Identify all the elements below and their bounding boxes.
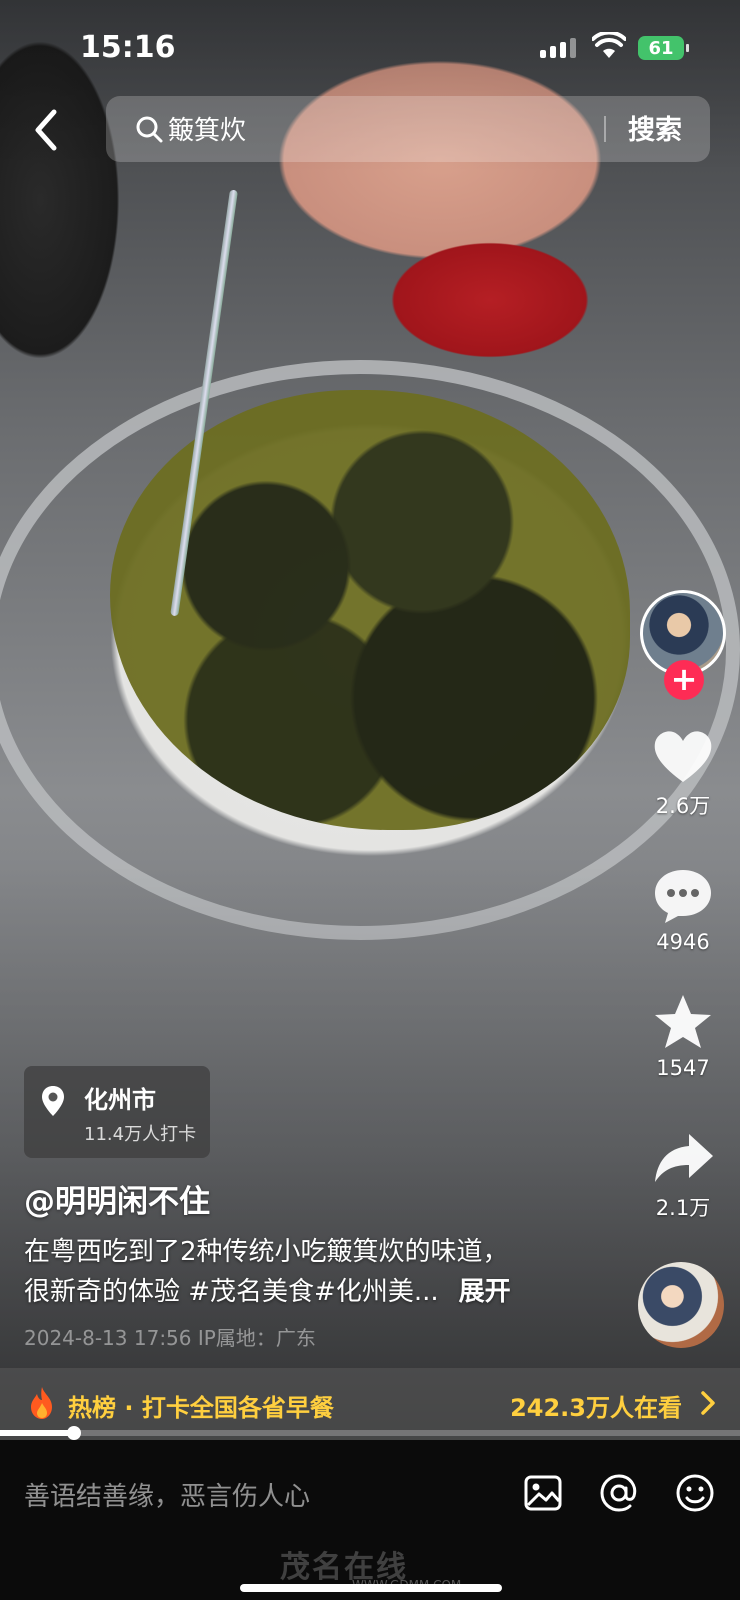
favorite-count: 1547 (656, 1056, 710, 1080)
hot-list-viewers: 242.3万人在看 (510, 1394, 682, 1422)
battery-indicator: 61 (638, 36, 689, 60)
comment-bar: 善语结善缘，恶言伤人心 茂名在线 WWW.GDMM.COM (0, 1440, 740, 1600)
description-line-1: 在粤西吃到了2种传统小吃簸箕炊的味道， (24, 1237, 509, 1267)
location-tag[interactable]: 化州市 11.4万人打卡 (24, 1066, 210, 1158)
video-overlay (0, 0, 740, 1440)
search-bar[interactable]: 簸箕炊 搜索 (106, 96, 710, 162)
favorite-button[interactable]: 1547 (640, 992, 726, 1080)
fire-icon (31, 1387, 52, 1419)
expand-button[interactable]: 展开 (459, 1277, 511, 1307)
comment-button[interactable]: 4946 (640, 866, 726, 954)
at-icon[interactable] (598, 1472, 640, 1514)
chevron-right-icon (701, 1391, 715, 1415)
like-button[interactable]: 2.6万 (640, 726, 726, 820)
home-indicator[interactable] (240, 1584, 502, 1592)
video-progress-fill (0, 1430, 74, 1436)
status-bar: 15:16 61 (0, 0, 740, 90)
battery-level: 61 (648, 37, 674, 59)
search-input[interactable]: 簸箕炊 (168, 110, 246, 147)
emoji-icon[interactable] (674, 1472, 716, 1514)
location-name: 化州市 (84, 1086, 156, 1114)
wifi-icon (592, 32, 626, 58)
share-button[interactable]: 2.1万 (640, 1128, 726, 1222)
chevron-left-icon[interactable] (28, 106, 64, 154)
share-icon (655, 1134, 713, 1182)
cellular-signal-icon (540, 38, 576, 58)
search-icon (136, 116, 163, 143)
author-name[interactable]: @明明闲不住 (24, 1176, 210, 1221)
music-disc[interactable] (638, 1262, 724, 1348)
description-line-2[interactable]: 很新奇的体验 #茂名美食#化州美... (24, 1277, 439, 1307)
star-icon (655, 995, 711, 1048)
search-divider (604, 116, 606, 142)
follow-button[interactable]: + (664, 660, 704, 700)
video-progress-bar[interactable] (0, 1426, 740, 1440)
like-count: 2.6万 (655, 794, 711, 818)
post-meta: 2024-8-13 17:56 IP属地：广东 (24, 1326, 316, 1350)
location-checkins: 11.4万人打卡 (84, 1124, 197, 1145)
comment-input[interactable]: 善语结善缘，恶言伤人心 (24, 1476, 310, 1513)
video-description: 在粤西吃到了2种传统小吃簸箕炊的味道， 很新奇的体验 #茂名美食#化州美... 展… (24, 1232, 624, 1312)
status-time: 15:16 (80, 30, 176, 65)
comment-count: 4946 (656, 930, 710, 954)
location-pin-icon (42, 1086, 64, 1116)
video-progress-handle[interactable] (67, 1426, 81, 1440)
image-icon[interactable] (522, 1472, 564, 1514)
hot-list-title: 热榜 · 打卡全国各省早餐 (68, 1394, 334, 1422)
heart-icon (654, 731, 712, 782)
comment-icon (655, 870, 711, 923)
search-button[interactable]: 搜索 (628, 108, 682, 147)
share-count: 2.1万 (655, 1196, 711, 1220)
